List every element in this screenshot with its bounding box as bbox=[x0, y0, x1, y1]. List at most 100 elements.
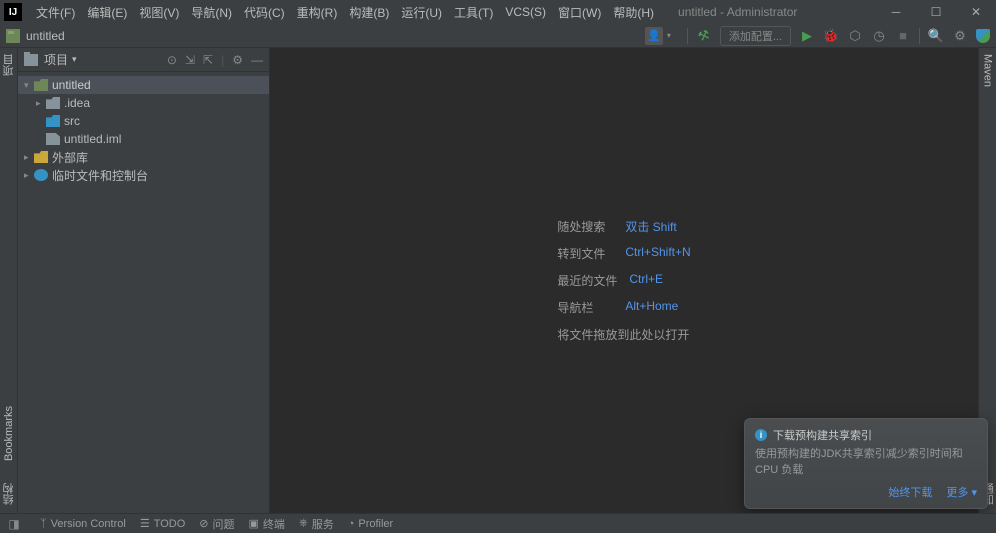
tree-node-root[interactable]: ▾ untitled bbox=[18, 76, 269, 94]
status-todo[interactable]: ☰TODO bbox=[140, 517, 185, 530]
tree-node-src[interactable]: src bbox=[18, 112, 269, 130]
library-icon bbox=[34, 151, 48, 163]
app-logo: IJ bbox=[4, 3, 22, 21]
navbar: untitled 👤 ⚒ 添加配置... ▶ 🐞 ⬡ ◷ ■ 🔍 ⚙ bbox=[0, 24, 996, 48]
run-icon[interactable]: ▶ bbox=[799, 28, 815, 44]
sidebar-header: 项目 ▾ ⊙ ⇲ ⇱ | ⚙ — bbox=[18, 48, 269, 72]
project-icon bbox=[6, 29, 20, 43]
tree-src-label: src bbox=[64, 114, 80, 128]
build-icon[interactable]: ⚒ bbox=[694, 25, 715, 46]
todo-icon: ☰ bbox=[140, 517, 150, 530]
shield-icon[interactable] bbox=[976, 29, 990, 43]
titlebar: IJ 文件(F) 编辑(E) 视图(V) 导航(N) 代码(C) 重构(R) 构… bbox=[0, 0, 996, 24]
tool-tab-structure[interactable]: 结构 bbox=[1, 481, 17, 507]
run-config-dropdown[interactable]: 添加配置... bbox=[720, 26, 791, 46]
tool-tab-bookmarks[interactable]: Bookmarks bbox=[3, 404, 15, 463]
info-icon: i bbox=[755, 429, 767, 441]
maximize-button[interactable]: ☐ bbox=[916, 0, 956, 24]
debug-icon[interactable]: 🐞 bbox=[823, 28, 839, 44]
tool-tab-maven[interactable]: Maven bbox=[982, 52, 994, 89]
tree-node-external-libs[interactable]: ▸ 外部库 bbox=[18, 148, 269, 166]
menu-file[interactable]: 文件(F) bbox=[30, 4, 81, 21]
notification-title: 下载预构建共享索引 bbox=[773, 427, 872, 443]
branch-icon: ᛉ bbox=[40, 518, 47, 530]
notification-more-button[interactable]: 更多 ▾ bbox=[946, 484, 977, 500]
shortcut-key: Alt+Home bbox=[625, 299, 678, 316]
project-tree[interactable]: ▾ untitled ▸ .idea src untitled.iml bbox=[18, 72, 269, 188]
menu-help[interactable]: 帮助(H) bbox=[607, 4, 660, 21]
breadcrumb-project[interactable]: untitled bbox=[26, 29, 65, 43]
menu-navigate[interactable]: 导航(N) bbox=[185, 4, 238, 21]
notification-download-button[interactable]: 始终下载 bbox=[888, 484, 932, 500]
sep: | bbox=[221, 53, 224, 67]
sidebar-title[interactable]: 项目 bbox=[44, 51, 68, 68]
gear-icon[interactable]: ⚙ bbox=[232, 53, 243, 67]
tree-node-idea[interactable]: ▸ .idea bbox=[18, 94, 269, 112]
shortcut-key: Ctrl+Shift+N bbox=[625, 245, 690, 262]
status-profiler[interactable]: ◔Profiler bbox=[348, 518, 394, 530]
tree-external-label: 外部库 bbox=[52, 149, 88, 166]
menu-code[interactable]: 代码(C) bbox=[238, 4, 291, 21]
user-avatar[interactable]: 👤 bbox=[645, 27, 663, 45]
shortcut-key: 双击 Shift bbox=[625, 218, 676, 235]
project-sidebar: 项目 ▾ ⊙ ⇲ ⇱ | ⚙ — ▾ untitled ▸ .idea bbox=[18, 48, 270, 513]
shortcut-label: 随处搜索 bbox=[557, 218, 613, 235]
collapse-all-icon[interactable]: ⇱ bbox=[203, 53, 213, 67]
folder-icon bbox=[24, 54, 38, 66]
shortcut-label: 导航栏 bbox=[557, 299, 613, 316]
settings-icon[interactable]: ⚙ bbox=[952, 28, 968, 44]
shortcut-label: 最近的文件 bbox=[557, 272, 617, 289]
menu-run[interactable]: 运行(U) bbox=[395, 4, 448, 21]
shortcut-recent-files[interactable]: 最近的文件 Ctrl+E bbox=[557, 272, 690, 289]
status-services[interactable]: ⎈服务 bbox=[299, 516, 334, 532]
minimize-button[interactable]: ─ bbox=[876, 0, 916, 24]
menu-edit[interactable]: 编辑(E) bbox=[81, 4, 133, 21]
tree-root-label: untitled bbox=[52, 78, 91, 92]
menu-refactor[interactable]: 重构(R) bbox=[291, 4, 344, 21]
expand-all-icon[interactable]: ⇲ bbox=[185, 53, 195, 67]
select-opened-icon[interactable]: ⊙ bbox=[167, 53, 177, 67]
status-terminal[interactable]: ▣终端 bbox=[249, 516, 285, 532]
scratches-icon bbox=[34, 169, 48, 181]
shortcut-label: 转到文件 bbox=[557, 245, 613, 262]
menu-tools[interactable]: 工具(T) bbox=[448, 4, 499, 21]
module-icon bbox=[34, 79, 48, 91]
window-title: untitled - Administrator bbox=[678, 5, 797, 19]
status-problems[interactable]: ⊘问题 bbox=[199, 516, 234, 532]
shortcut-search-everywhere[interactable]: 随处搜索 双击 Shift bbox=[557, 218, 690, 235]
tree-node-iml[interactable]: untitled.iml bbox=[18, 130, 269, 148]
source-folder-icon bbox=[46, 115, 60, 127]
stop-icon[interactable]: ■ bbox=[895, 28, 911, 44]
profile-icon[interactable]: ◷ bbox=[871, 28, 887, 44]
shortcut-navbar[interactable]: 导航栏 Alt+Home bbox=[557, 299, 690, 316]
tree-node-scratches[interactable]: ▸ 临时文件和控制台 bbox=[18, 166, 269, 184]
tree-scratches-label: 临时文件和控制台 bbox=[52, 167, 148, 184]
statusbar: ◨ ᛉVersion Control ☰TODO ⊘问题 ▣终端 ⎈服务 ◔Pr… bbox=[0, 513, 996, 533]
file-icon bbox=[46, 133, 60, 145]
tool-tab-project[interactable]: 项目 bbox=[1, 52, 17, 78]
profiler-icon: ◔ bbox=[348, 518, 355, 530]
tree-iml-label: untitled.iml bbox=[64, 132, 121, 146]
search-icon[interactable]: 🔍 bbox=[928, 28, 944, 44]
menu-build[interactable]: 构建(B) bbox=[343, 4, 395, 21]
chevron-down-icon[interactable]: ▾ bbox=[72, 54, 77, 65]
tree-idea-label: .idea bbox=[64, 96, 90, 110]
drop-hint: 将文件拖放到此处以打开 bbox=[557, 326, 689, 343]
shortcut-goto-file[interactable]: 转到文件 Ctrl+Shift+N bbox=[557, 245, 690, 262]
menu-window[interactable]: 窗口(W) bbox=[552, 4, 607, 21]
hide-icon[interactable]: — bbox=[251, 53, 263, 67]
terminal-icon: ▣ bbox=[249, 517, 259, 530]
tool-window-toggle-icon[interactable]: ◨ bbox=[6, 516, 22, 532]
status-vcs[interactable]: ᛉVersion Control bbox=[40, 518, 126, 530]
coverage-icon[interactable]: ⬡ bbox=[847, 28, 863, 44]
close-button[interactable]: ✕ bbox=[956, 0, 996, 24]
notification-popup: i 下载预构建共享索引 使用预构建的JDK共享索引减少索引时间和 CPU 负载 … bbox=[744, 418, 988, 509]
menu-view[interactable]: 视图(V) bbox=[133, 4, 185, 21]
problems-icon: ⊘ bbox=[199, 517, 208, 530]
shortcut-key: Ctrl+E bbox=[629, 272, 663, 289]
left-tool-gutter: 项目 Bookmarks 结构 bbox=[0, 48, 18, 513]
services-icon: ⎈ bbox=[299, 517, 308, 530]
menu-vcs[interactable]: VCS(S) bbox=[499, 5, 552, 19]
notification-body: 使用预构建的JDK共享索引减少索引时间和 CPU 负载 bbox=[755, 447, 977, 478]
folder-icon bbox=[46, 97, 60, 109]
